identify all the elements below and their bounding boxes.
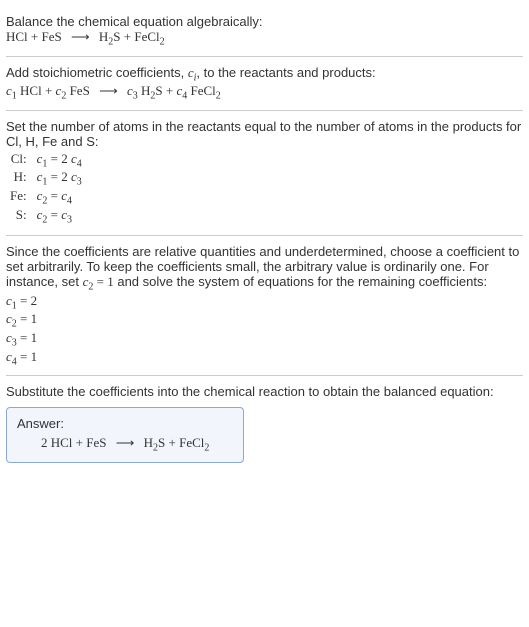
product-2: FeCl2 [134, 29, 164, 44]
coefficient-value: c1 = 2 [6, 293, 523, 312]
plus: + [124, 29, 131, 44]
plus: + [169, 435, 176, 450]
intro-text: Substitute the coefficients into the che… [6, 384, 523, 399]
product-1: H2S [99, 29, 121, 44]
table-row: S: c2 = c3 [6, 207, 86, 226]
section-problem: Balance the chemical equation algebraica… [6, 6, 523, 57]
plus: + [76, 435, 83, 450]
product-2: FeCl2 [179, 435, 209, 450]
plus: + [166, 83, 173, 98]
reactant-1: HCl [51, 435, 73, 450]
plus: + [45, 83, 52, 98]
reactant-2: FeS [86, 435, 106, 450]
arrow-icon: ⟶ [93, 83, 124, 98]
intro-text: Set the number of atoms in the reactants… [6, 119, 523, 149]
answer-box: Answer: 2 HCl + FeS ⟶ H2S + FeCl2 [6, 407, 244, 463]
intro-text: Since the coefficients are relative quan… [6, 244, 523, 293]
section-answer: Substitute the coefficients into the che… [6, 376, 523, 463]
arrow-icon: ⟶ [65, 29, 96, 44]
atom-balance-table: Cl: c1 = 2 c4 H: c1 = 2 c3 Fe: c2 = c4 S… [6, 151, 86, 225]
equation-with-coefficients: c1 HCl + c2 FeS ⟶ c3 H2S + c4 FeCl2 [6, 83, 523, 102]
reactant-2: FeS [42, 29, 62, 44]
table-row: Fe: c2 = c4 [6, 188, 86, 207]
element-label: S: [6, 207, 33, 226]
table-row: Cl: c1 = 2 c4 [6, 151, 86, 170]
balance-equation: c1 = 2 c3 [33, 169, 86, 188]
element-label: H: [6, 169, 33, 188]
product-1: H2S [144, 435, 166, 450]
coefficient-value: c4 = 1 [6, 349, 523, 368]
coefficient-value: c2 = 1 [6, 311, 523, 330]
intro-text: Balance the chemical equation algebraica… [6, 14, 523, 29]
section-atom-balance: Set the number of atoms in the reactants… [6, 111, 523, 236]
coefficient-value: c3 = 1 [6, 330, 523, 349]
intro-text: Add stoichiometric coefficients, ci, to … [6, 65, 523, 84]
element-label: Cl: [6, 151, 33, 170]
arrow-icon: ⟶ [110, 435, 141, 450]
section-solve: Since the coefficients are relative quan… [6, 236, 523, 376]
balanced-equation: 2 HCl + FeS ⟶ H2S + FeCl2 [17, 435, 233, 454]
section-coefficients: Add stoichiometric coefficients, ci, to … [6, 57, 523, 111]
reactant-1: HCl [6, 29, 28, 44]
element-label: Fe: [6, 188, 33, 207]
table-row: H: c1 = 2 c3 [6, 169, 86, 188]
plus: + [31, 29, 38, 44]
answer-label: Answer: [17, 416, 233, 431]
balance-equation: c1 = 2 c4 [33, 151, 86, 170]
balance-equation: c2 = c3 [33, 207, 86, 226]
balance-equation: c2 = c4 [33, 188, 86, 207]
equation-unbalanced: HCl + FeS ⟶ H2S + FeCl2 [6, 29, 523, 48]
